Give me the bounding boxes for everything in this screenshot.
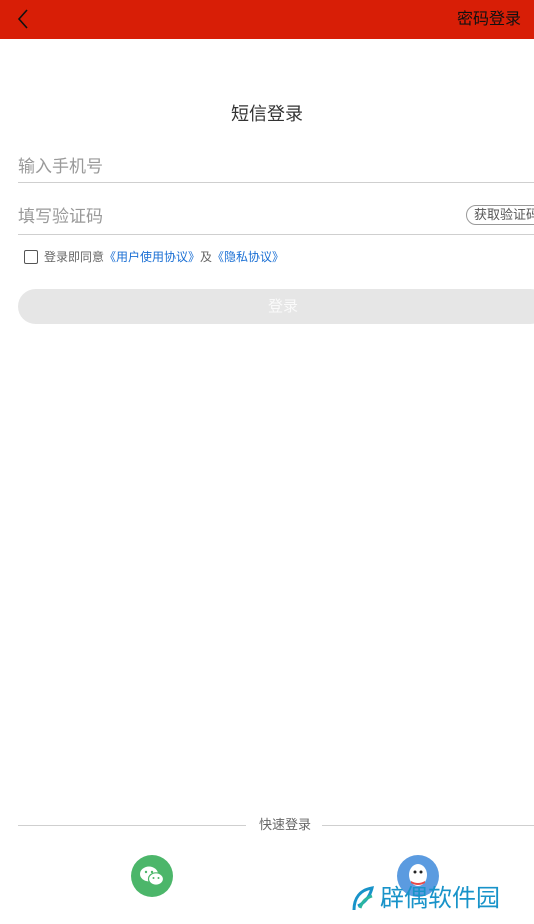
leaf-logo-icon (352, 886, 375, 911)
privacy-policy-link[interactable]: 《隐私协议》 (212, 250, 284, 264)
agreement-conjunction: 及 (200, 250, 213, 264)
back-button[interactable] (12, 6, 36, 32)
top-bar: 密码登录 (0, 0, 534, 39)
get-code-button[interactable]: 获取验证码 (466, 205, 534, 225)
chevron-left-icon (17, 9, 28, 29)
login-button[interactable]: 登录 (18, 289, 534, 324)
watermark: 辟偶软件园 (350, 883, 500, 915)
agreement-prefix: 登录即同意 (44, 250, 105, 264)
user-agreement-link[interactable]: 《用户使用协议》 (104, 250, 200, 264)
wechat-login-button[interactable] (131, 855, 173, 897)
quick-login-label: 快速登录 (258, 818, 311, 833)
watermark-text: 辟偶软件园 (380, 884, 500, 912)
wechat-icon (140, 866, 165, 886)
phone-input[interactable] (18, 153, 438, 181)
password-login-link[interactable]: 密码登录 (457, 9, 521, 29)
page-title: 短信登录 (231, 104, 303, 125)
agreement-checkbox[interactable] (24, 249, 38, 264)
quick-login-divider-right (322, 825, 534, 826)
phone-field (18, 153, 534, 183)
agreement-row: 登录即同意《用户使用协议》及《隐私协议》 (24, 248, 284, 266)
verification-code-input[interactable] (18, 203, 438, 231)
code-field: 获取验证码 (18, 203, 534, 235)
